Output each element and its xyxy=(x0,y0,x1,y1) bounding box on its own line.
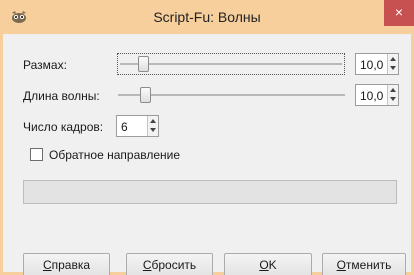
amplitude-stepper[interactable] xyxy=(387,54,398,74)
stepper-up-icon[interactable] xyxy=(390,88,396,92)
window-title: Script-Fu: Волны xyxy=(153,9,261,25)
cancel-mnemonic: О xyxy=(336,258,346,272)
reverse-direction-checkbox[interactable] xyxy=(30,148,43,161)
ok-label: K xyxy=(268,258,277,272)
help-label: правка xyxy=(51,258,91,272)
stepper-up-icon[interactable] xyxy=(390,57,396,61)
amplitude-slider[interactable] xyxy=(120,63,342,65)
wavelength-slider[interactable] xyxy=(118,94,345,96)
stepper-up-icon[interactable] xyxy=(150,119,156,123)
frames-value: 6 xyxy=(121,120,128,134)
wavelength-value: 10,0 xyxy=(360,89,384,103)
frames-label: Число кадров: xyxy=(23,120,104,134)
frames-stepper[interactable] xyxy=(147,116,158,136)
ok-button[interactable]: OK xyxy=(224,253,312,275)
reset-label: бросить xyxy=(151,258,197,272)
close-icon: × xyxy=(394,4,404,20)
wavelength-label: Длина волны: xyxy=(23,89,100,103)
wavelength-spinbox[interactable]: 10,0 xyxy=(355,84,399,106)
help-mnemonic: С xyxy=(42,258,52,272)
stepper-down-icon[interactable] xyxy=(390,97,396,101)
stepper-down-icon[interactable] xyxy=(150,128,156,132)
progress-bar xyxy=(23,180,397,204)
amplitude-slider-handle[interactable] xyxy=(138,56,149,72)
reset-button[interactable]: Сбросить xyxy=(126,253,213,275)
cancel-button[interactable]: Отменить xyxy=(322,253,406,275)
cancel-label: тменить xyxy=(345,258,392,272)
wavelength-stepper[interactable] xyxy=(387,85,398,105)
close-button[interactable]: × xyxy=(384,0,414,26)
reset-mnemonic: С xyxy=(142,258,152,272)
amplitude-value: 10,0 xyxy=(360,58,384,72)
frames-spinbox[interactable]: 6 xyxy=(116,115,159,137)
ok-mnemonic: O xyxy=(259,258,269,272)
amplitude-spinbox[interactable]: 10,0 xyxy=(355,53,399,75)
amplitude-label: Размах: xyxy=(23,58,67,72)
title-bar: Script-Fu: Волны × xyxy=(0,0,414,34)
reverse-direction-label[interactable]: Обратное направление xyxy=(49,148,180,162)
wavelength-slider-handle[interactable] xyxy=(140,87,151,103)
stepper-down-icon[interactable] xyxy=(390,66,396,70)
help-button[interactable]: Справка xyxy=(23,253,110,275)
